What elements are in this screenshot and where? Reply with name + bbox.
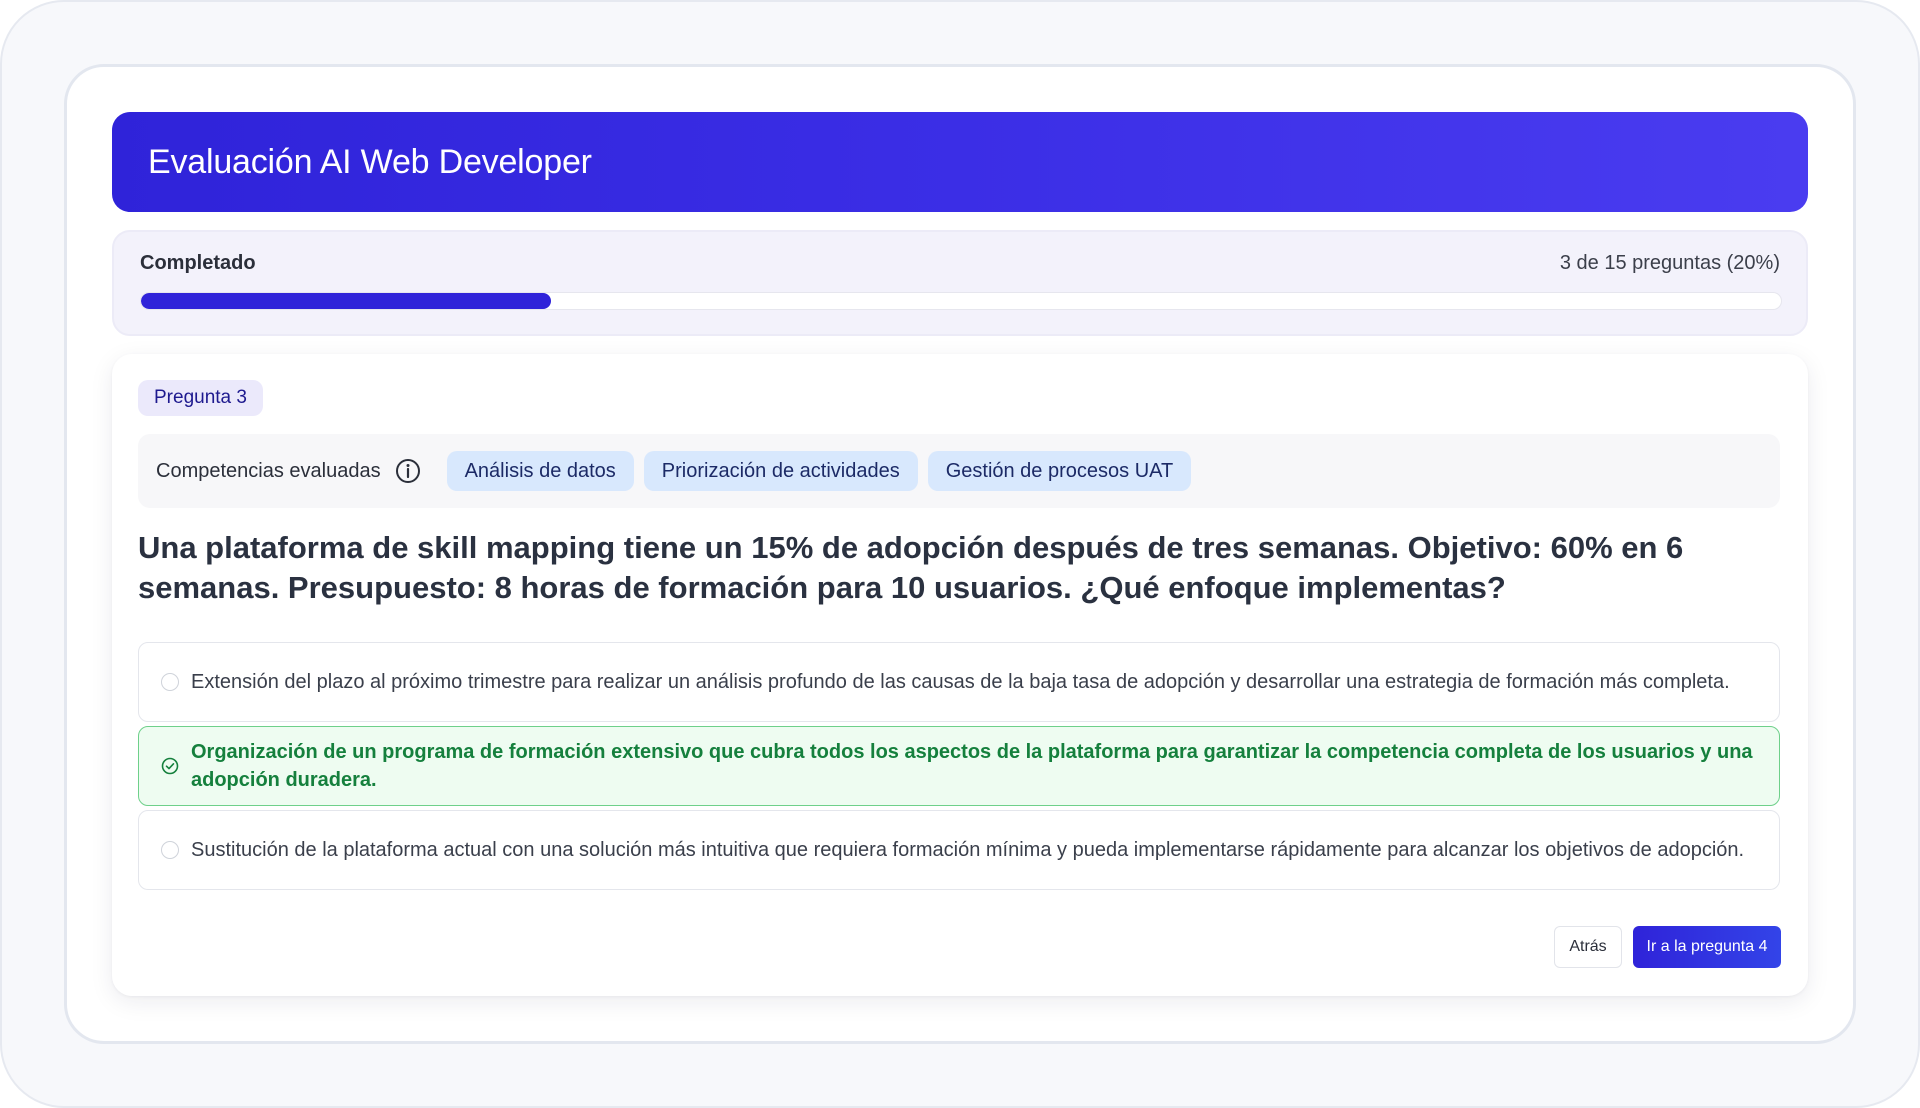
competency-chip: Análisis de datos: [446, 451, 634, 491]
competency-chip: Gestión de procesos UAT: [927, 451, 1192, 491]
progress-bar: [140, 292, 1782, 310]
question-card: Pregunta 3 Competencias evaluadas Anális…: [112, 354, 1808, 996]
next-question-button[interactable]: Ir a la pregunta 4: [1633, 926, 1781, 968]
progress-bar-fill: [141, 293, 551, 309]
answer-option-2[interactable]: Organización de un programa de formación…: [138, 726, 1780, 806]
assessment-header: Evaluación AI Web Developer: [112, 112, 1808, 212]
check-circle-icon[interactable]: [161, 757, 179, 775]
answer-option-1[interactable]: Extensión del plazo al próximo trimestre…: [138, 642, 1780, 722]
radio-button[interactable]: [161, 841, 179, 859]
page-title: Evaluación AI Web Developer: [148, 142, 592, 181]
competencies-label: Competencias evaluadas: [156, 459, 381, 482]
answer-option-text: Sustitución de la plataforma actual con …: [191, 839, 1745, 861]
back-button[interactable]: Atrás: [1554, 926, 1622, 968]
question-number-badge: Pregunta 3: [138, 380, 263, 416]
question-text: Una plataforma de skill mapping tiene un…: [138, 530, 1684, 605]
info-icon[interactable]: [395, 458, 421, 484]
answer-option-3[interactable]: Sustitución de la plataforma actual con …: [138, 810, 1780, 890]
answer-option-text: Organización de un programa de formación…: [191, 741, 1753, 791]
progress-label: Completado: [140, 252, 256, 274]
progress-panel: Completado 3 de 15 preguntas (20%): [112, 230, 1808, 336]
competency-chip: Priorización de actividades: [643, 451, 918, 491]
radio-button[interactable]: [161, 673, 179, 691]
competencies-bar: Competencias evaluadas Análisis de datos…: [138, 434, 1780, 508]
progress-count: 3 de 15 preguntas (20%): [1559, 252, 1780, 274]
answer-option-text: Extensión del plazo al próximo trimestre…: [191, 671, 1730, 693]
